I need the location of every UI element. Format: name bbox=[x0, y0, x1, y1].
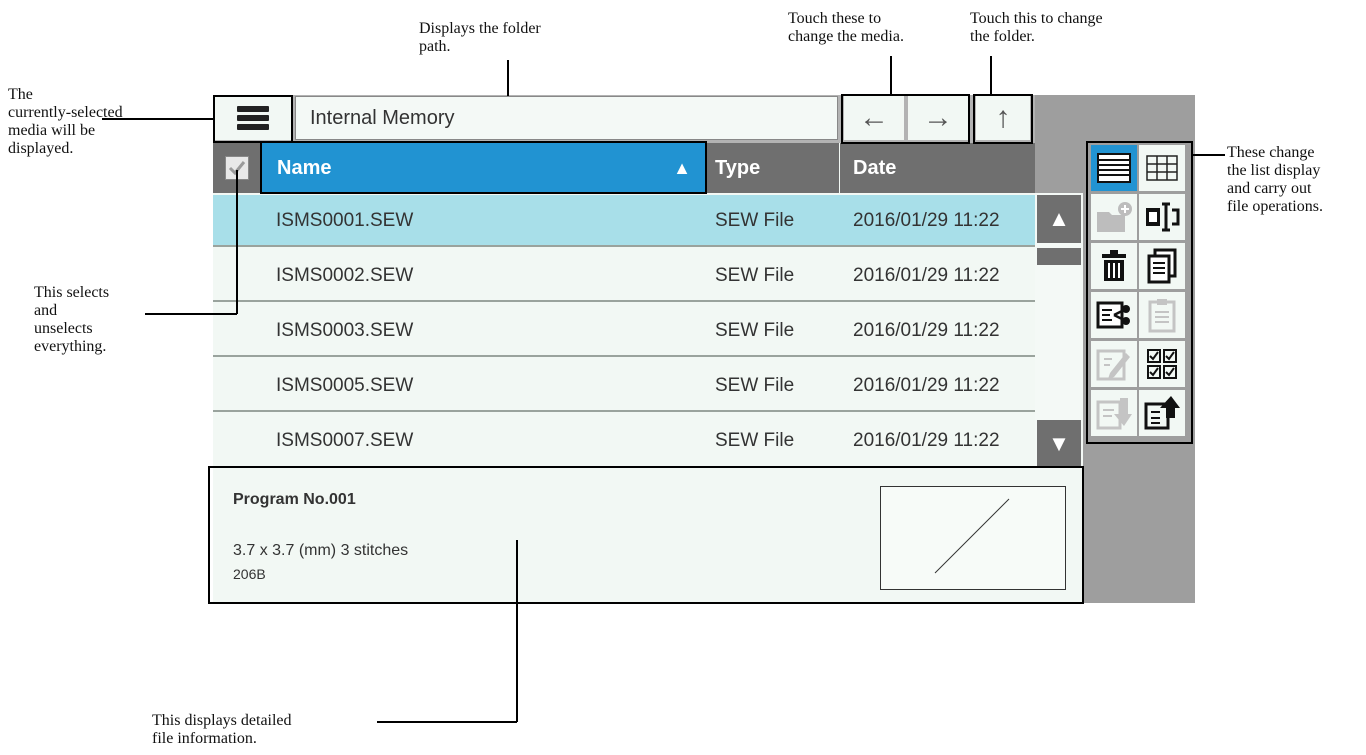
import-icon bbox=[1096, 398, 1132, 430]
table-row[interactable]: ISMS0003.SEW SEW File 2016/01/29 11:22 bbox=[213, 305, 1035, 357]
copy-button[interactable] bbox=[1139, 243, 1185, 289]
table-row[interactable]: ISMS0002.SEW SEW File 2016/01/29 11:22 bbox=[213, 250, 1035, 302]
program-size: 3.7 x 3.7 (mm) 3 stitches bbox=[233, 542, 409, 559]
leader-select-all-h bbox=[145, 313, 237, 315]
folder-path-label: Internal Memory bbox=[310, 106, 455, 129]
media-menu-button[interactable] bbox=[215, 96, 291, 140]
leader-path bbox=[507, 60, 509, 96]
file-name: ISMS0007.SEW bbox=[276, 430, 414, 451]
pattern-preview bbox=[880, 486, 1066, 590]
arrow-left-icon: ← bbox=[859, 101, 889, 134]
file-name: ISMS0001.SEW bbox=[276, 210, 414, 231]
new-folder-button[interactable] bbox=[1091, 194, 1137, 240]
edit-button[interactable] bbox=[1091, 341, 1137, 387]
export-button[interactable] bbox=[1139, 390, 1185, 436]
select-multiple-button[interactable] bbox=[1139, 341, 1185, 387]
folder-path: Internal Memory bbox=[295, 96, 838, 140]
column-header-type[interactable]: Type bbox=[705, 143, 839, 193]
file-type: SEW File bbox=[715, 320, 795, 341]
table-row[interactable]: ISMS0007.SEW SEW File 2016/01/29 11:22 bbox=[213, 415, 1035, 467]
column-header-name-label: Name bbox=[277, 156, 332, 179]
annotation-detail: This displays detailed file information. bbox=[152, 712, 292, 747]
annotation-list-ops: These change the list display and carry … bbox=[1227, 144, 1323, 215]
annotation-change-media: Touch these to change the media. bbox=[788, 10, 904, 45]
sort-ascending-icon: ▲ bbox=[673, 157, 691, 178]
scissors-icon bbox=[1096, 301, 1130, 329]
select-multiple-icon bbox=[1147, 349, 1177, 379]
new-folder-icon bbox=[1097, 202, 1132, 232]
table-row[interactable]: ISMS0001.SEW SEW File 2016/01/29 11:22 bbox=[213, 195, 1035, 247]
import-button[interactable] bbox=[1091, 390, 1137, 436]
file-type: SEW File bbox=[715, 375, 795, 396]
corner-panel bbox=[1035, 95, 1083, 193]
menu-icon bbox=[237, 106, 269, 130]
annotation-path: Displays the folder path. bbox=[419, 20, 541, 55]
table-row[interactable]: ISMS0005.SEW SEW File 2016/01/29 11:22 bbox=[213, 360, 1035, 412]
annotation-select-all: This selects and unselects everything. bbox=[34, 284, 110, 355]
cut-button[interactable] bbox=[1091, 292, 1137, 338]
paste-button[interactable] bbox=[1139, 292, 1185, 338]
scroll-thumb[interactable] bbox=[1037, 248, 1081, 265]
column-header-type-label: Type bbox=[715, 156, 761, 179]
annotation-media: The currently-selected media will be dis… bbox=[8, 86, 123, 157]
list-view-icon bbox=[1097, 153, 1131, 183]
grid-view-icon bbox=[1146, 155, 1178, 181]
program-bytes: 206B bbox=[233, 566, 266, 582]
copy-icon bbox=[1147, 248, 1177, 284]
rename-button[interactable] bbox=[1139, 194, 1185, 240]
scroll-up-button[interactable]: ▲ bbox=[1037, 195, 1081, 243]
leader-detail-v bbox=[516, 540, 518, 722]
program-title: Program No.001 bbox=[233, 491, 356, 508]
leader-select-all-v bbox=[236, 170, 238, 314]
file-type: SEW File bbox=[715, 265, 795, 286]
list-view-button[interactable] bbox=[1091, 145, 1137, 191]
rename-icon bbox=[1146, 202, 1180, 232]
media-back-button[interactable]: ← bbox=[844, 96, 904, 140]
leader-detail-h bbox=[377, 721, 517, 723]
media-forward-button[interactable]: → bbox=[908, 96, 968, 140]
grid-view-button[interactable] bbox=[1139, 145, 1185, 191]
column-header-date[interactable]: Date bbox=[840, 143, 1035, 193]
leader-media bbox=[102, 118, 214, 120]
file-date: 2016/01/29 11:22 bbox=[853, 265, 1000, 286]
file-date: 2016/01/29 11:22 bbox=[853, 375, 1000, 396]
file-date: 2016/01/29 11:22 bbox=[853, 430, 1000, 451]
column-header-name[interactable]: Name ▲ bbox=[261, 143, 705, 193]
trash-icon bbox=[1102, 250, 1126, 281]
leader-change-folder bbox=[990, 56, 992, 95]
stitch-line-icon bbox=[934, 498, 1010, 574]
delete-button[interactable] bbox=[1091, 243, 1137, 289]
arrow-right-icon: → bbox=[923, 101, 953, 134]
arrow-up-icon: ↑ bbox=[995, 101, 1011, 134]
file-type: SEW File bbox=[715, 210, 795, 231]
file-name: ISMS0005.SEW bbox=[276, 375, 414, 396]
leader-change-media bbox=[890, 56, 892, 95]
triangle-down-icon: ▼ bbox=[1048, 431, 1070, 456]
clipboard-icon bbox=[1148, 299, 1176, 333]
column-header-date-label: Date bbox=[853, 156, 897, 179]
annotation-change-folder: Touch this to change the folder. bbox=[970, 10, 1103, 45]
file-name: ISMS0003.SEW bbox=[276, 320, 414, 341]
file-date: 2016/01/29 11:22 bbox=[853, 320, 1000, 341]
file-name: ISMS0002.SEW bbox=[276, 265, 414, 286]
file-date: 2016/01/29 11:22 bbox=[853, 210, 1000, 231]
export-icon bbox=[1144, 396, 1180, 430]
scroll-down-button[interactable]: ▼ bbox=[1037, 420, 1081, 468]
folder-up-button[interactable]: ↑ bbox=[976, 96, 1030, 140]
edit-icon bbox=[1096, 349, 1130, 381]
file-type: SEW File bbox=[715, 430, 795, 451]
leader-list-ops bbox=[1193, 154, 1225, 156]
triangle-up-icon: ▲ bbox=[1048, 206, 1070, 231]
